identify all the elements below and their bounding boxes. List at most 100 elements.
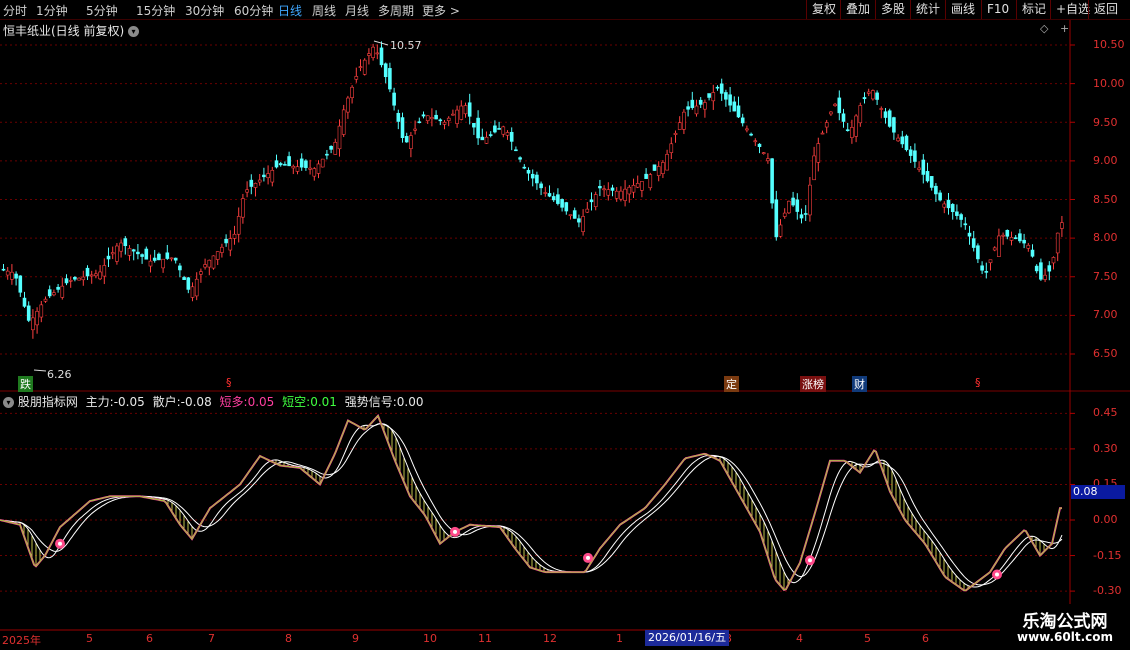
grid-lines xyxy=(0,44,1075,592)
candle-up-body xyxy=(60,285,65,298)
zhuli-line xyxy=(0,423,1063,588)
candle-up-body xyxy=(211,255,216,269)
candle-down-body xyxy=(509,131,514,142)
candle-down-body xyxy=(325,153,329,156)
candle-down-body xyxy=(955,211,959,216)
candle-down-body xyxy=(551,196,556,201)
candle-up-body xyxy=(850,127,854,138)
candle-up-body xyxy=(1009,237,1014,241)
candle-down-body xyxy=(480,136,485,141)
candle-down-body xyxy=(841,113,846,122)
candle-down-body xyxy=(64,278,69,284)
chart-canvas[interactable]: 10.57 6.26 xyxy=(0,0,1130,650)
candle-up-body xyxy=(337,125,342,150)
candle-up-body xyxy=(308,167,312,170)
candle-down-body xyxy=(106,255,111,260)
candle-up-body xyxy=(917,167,921,170)
candle-up-body xyxy=(661,162,665,174)
candle-down-body xyxy=(724,92,728,100)
candle-down-body xyxy=(1030,249,1035,257)
date-tick: 9 xyxy=(352,632,359,645)
candle-down-body xyxy=(123,238,128,247)
candle-down-body xyxy=(980,265,984,271)
candle-down-body xyxy=(329,145,333,150)
candle-down-body xyxy=(887,110,892,127)
candle-up-body xyxy=(203,264,207,268)
candle-down-body xyxy=(1005,229,1010,237)
candle-down-body xyxy=(749,133,753,136)
candle-down-body xyxy=(963,223,968,226)
event-tag-s1[interactable]: § xyxy=(224,376,234,389)
candle-down-body xyxy=(526,169,531,174)
candle-down-body xyxy=(740,117,745,124)
candle-down-body xyxy=(262,174,266,178)
candle-down-body xyxy=(598,186,602,189)
duankong-line xyxy=(0,414,1062,591)
candle-up-body xyxy=(10,271,14,280)
candle-down-body xyxy=(539,183,543,189)
candle-up-body xyxy=(766,158,770,162)
candle-down-body xyxy=(472,122,476,128)
candle-up-body xyxy=(568,214,573,217)
date-tick: 5 xyxy=(86,632,93,645)
indicator-lines xyxy=(0,413,1063,592)
candle-up-body xyxy=(858,105,863,124)
candle-down-body xyxy=(140,254,144,257)
candle-up-body xyxy=(631,184,636,193)
candle-up-body xyxy=(677,122,682,130)
candle-down-body xyxy=(224,238,228,244)
candle-up-body xyxy=(992,247,997,251)
event-tag-s2[interactable]: § xyxy=(973,376,983,389)
candle-up-body xyxy=(711,92,716,102)
candle-down-body xyxy=(736,105,741,118)
candle-down-body xyxy=(488,134,493,136)
event-tag-zhangbang[interactable]: 涨榜 xyxy=(800,376,826,392)
candle-down-body xyxy=(572,210,577,219)
candle-up-body xyxy=(753,140,758,143)
candle-down-body xyxy=(26,305,31,321)
candle-down-body xyxy=(610,187,615,191)
candle-down-body xyxy=(404,136,409,143)
cursor-date-badge: 2026/01/16/五 xyxy=(645,630,730,646)
candle-up-body xyxy=(635,183,640,188)
candle-up-body xyxy=(295,166,300,172)
candle-down-body xyxy=(178,265,182,271)
candle-up-body xyxy=(89,274,94,277)
date-tick: 1 xyxy=(616,632,623,645)
candle-down-body xyxy=(304,160,308,168)
event-tag-cai[interactable]: 财 xyxy=(852,376,867,392)
candle-down-body xyxy=(757,143,762,148)
candle-down-body xyxy=(900,136,905,145)
candle-down-body xyxy=(476,117,480,139)
candle-down-body xyxy=(47,289,52,297)
chevron-down-icon[interactable]: ▾ xyxy=(3,397,14,408)
date-tick: 6 xyxy=(922,632,929,645)
event-tag-die[interactable]: 跌 xyxy=(18,376,33,392)
candle-up-body xyxy=(98,271,102,280)
candle-down-body xyxy=(535,174,539,184)
candle-down-body xyxy=(904,135,909,151)
candle-up-body xyxy=(31,317,35,331)
candle-up-body xyxy=(703,102,707,110)
candle-up-body xyxy=(761,152,766,154)
candle-down-body xyxy=(1,268,6,271)
candle-up-body xyxy=(161,258,165,269)
candle-down-body xyxy=(1047,265,1052,272)
candle-down-body xyxy=(971,238,976,248)
candle-down-body xyxy=(799,214,804,219)
candle-down-body xyxy=(959,214,963,220)
candle-down-body xyxy=(883,111,888,118)
candle-up-body xyxy=(782,212,787,217)
candle-down-body xyxy=(85,267,90,277)
candle-up-body xyxy=(593,194,598,208)
price-tick: 8.50 xyxy=(1093,193,1118,206)
candle-down-body xyxy=(379,47,384,66)
indicator-title-bar: ▾ 股朋指标网 主力:-0.05 散户:-0.08 短多:0.05 短空:0.0… xyxy=(3,393,424,410)
candle-down-body xyxy=(837,97,842,114)
candle-up-body xyxy=(35,311,39,326)
event-tag-ding[interactable]: 定 xyxy=(724,376,739,392)
sanhu-label: 散户: xyxy=(152,395,181,409)
candle-down-body xyxy=(564,202,569,212)
candle-up-body xyxy=(110,252,115,255)
candle-down-body xyxy=(967,232,972,237)
